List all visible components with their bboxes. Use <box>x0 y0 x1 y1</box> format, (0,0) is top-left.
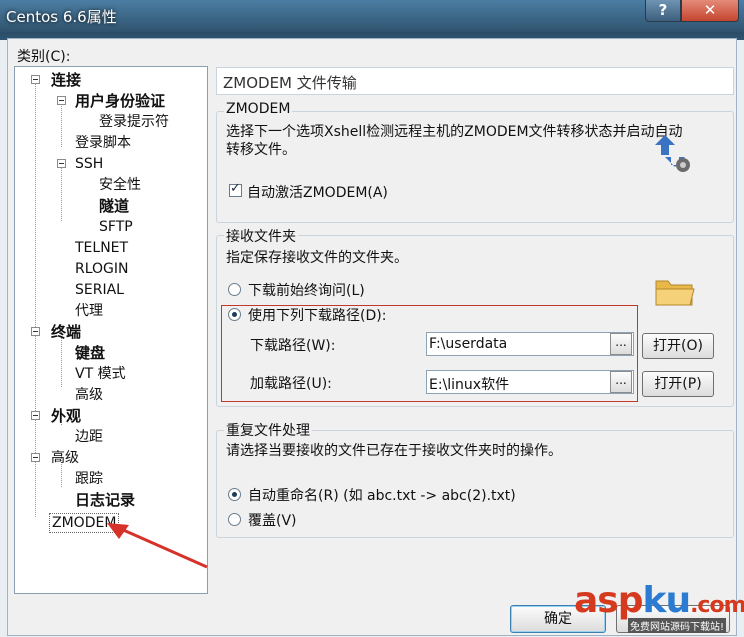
overwrite-radio[interactable] <box>228 513 241 526</box>
panel-header: ZMODEM 文件传输 <box>216 67 734 95</box>
zmodem-desc-2: 转移文件。 <box>226 142 296 158</box>
open-upload-button[interactable]: 打开(P) <box>642 371 714 397</box>
red-arrow-icon <box>107 523 208 569</box>
dialog-body: 类别(C): 连接 用户身份验证 登录提示符 登录脚本 SSH 安全性 隧道 S… <box>7 38 737 636</box>
use-path-label[interactable]: 使用下列下载路径(D): <box>248 305 386 325</box>
tree-item-telnet[interactable]: TELNET <box>75 239 128 257</box>
tree-item-rlogin[interactable]: RLOGIN <box>75 260 129 278</box>
tree-item-security[interactable]: 安全性 <box>99 176 141 194</box>
dup-desc: 请选择当要接收的文件已存在于接收文件夹时的操作。 <box>226 443 562 459</box>
zmodem-desc-1: 选择下一个选项Xshell检测远程主机的ZMODEM文件转移状态并启动自动 <box>226 124 683 140</box>
receive-desc: 指定保存接收文件的文件夹。 <box>226 250 408 266</box>
close-button[interactable]: ✕ <box>681 0 739 22</box>
tree-item-advanced[interactable]: 高级 <box>75 386 103 404</box>
zmodem-group-label: ZMODEM <box>224 101 293 117</box>
tree-item-appearance[interactable]: 外观 <box>51 407 81 425</box>
tree-item-vt-mode[interactable]: VT 模式 <box>75 365 126 383</box>
collapse-icon[interactable] <box>31 411 40 420</box>
tree-item-serial[interactable]: SERIAL <box>75 281 124 299</box>
window-title: Centos 6.6属性 <box>6 8 117 26</box>
open-download-button[interactable]: 打开(O) <box>642 333 714 359</box>
tree-item-proxy[interactable]: 代理 <box>75 302 103 320</box>
collapse-icon[interactable] <box>31 327 40 336</box>
folder-icon <box>655 280 695 306</box>
tree-item-ssh[interactable]: SSH <box>75 155 103 173</box>
dup-group-label: 重复文件处理 <box>224 420 312 440</box>
auto-activate-label[interactable]: 自动激活ZMODEM(A) <box>247 182 388 202</box>
collapse-icon[interactable] <box>31 75 40 84</box>
watermark-caption: 免费网站源码下载站! <box>628 618 727 633</box>
collapse-icon[interactable] <box>57 96 66 105</box>
panel-title: ZMODEM 文件传输 <box>223 74 357 92</box>
download-path-input[interactable]: F:\userdata <box>426 332 634 356</box>
tree-item-tunnel[interactable]: 隧道 <box>99 197 129 215</box>
tree-item-terminal[interactable]: 终端 <box>51 323 81 341</box>
tree-item-auth[interactable]: 用户身份验证 <box>75 92 165 110</box>
use-path-radio[interactable] <box>228 308 241 321</box>
tree-item-logging[interactable]: 日志记录 <box>75 491 135 509</box>
collapse-icon[interactable] <box>31 453 40 462</box>
upload-path-value: E:\linux软件 <box>429 377 510 393</box>
download-path-label: 下载路径(W): <box>250 338 336 354</box>
tree-item-keyboard[interactable]: 键盘 <box>75 344 105 362</box>
tree-item-advanced2[interactable]: 高级 <box>51 449 79 467</box>
auto-rename-radio[interactable] <box>228 488 241 501</box>
tree-item-sftp[interactable]: SFTP <box>99 218 133 236</box>
help-button[interactable]: ? <box>645 0 681 22</box>
tree-item-login-script[interactable]: 登录脚本 <box>75 134 131 152</box>
tree-item-connection[interactable]: 连接 <box>51 71 81 89</box>
tree-item-trace[interactable]: 跟踪 <box>75 470 103 488</box>
upload-browse-button[interactable]: ... <box>610 371 632 393</box>
collapse-icon[interactable] <box>57 159 66 168</box>
auto-rename-label[interactable]: 自动重命名(R) (如 abc.txt -> abc(2).txt) <box>248 485 516 505</box>
ask-before-label[interactable]: 下载前始终询问(L) <box>248 280 365 300</box>
title-bar: Centos 6.6属性 ? ✕ <box>0 0 744 32</box>
receive-group-label: 接收文件夹 <box>224 226 298 246</box>
ask-before-radio[interactable] <box>228 283 241 296</box>
upload-path-input[interactable]: E:\linux软件 <box>426 370 634 394</box>
watermark-logo: aspku.com <box>574 580 744 621</box>
tree-item-login-prompt[interactable]: 登录提示符 <box>99 113 169 131</box>
upload-path-label: 加载路径(U): <box>250 376 332 392</box>
dialog-window: Centos 6.6属性 ? ✕ 类别(C): 连接 用户身份验证 登录提示符 … <box>0 0 744 637</box>
zmodem-transfer-icon <box>655 135 690 172</box>
category-tree[interactable]: 连接 用户身份验证 登录提示符 登录脚本 SSH 安全性 隧道 SFTP TEL… <box>14 66 208 594</box>
category-label: 类别(C): <box>17 49 71 65</box>
overwrite-label[interactable]: 覆盖(V) <box>248 510 297 530</box>
download-path-value: F:\userdata <box>429 336 508 352</box>
download-browse-button[interactable]: ... <box>610 333 632 355</box>
tree-item-margins[interactable]: 边距 <box>75 428 103 446</box>
auto-activate-checkbox[interactable] <box>229 181 242 197</box>
